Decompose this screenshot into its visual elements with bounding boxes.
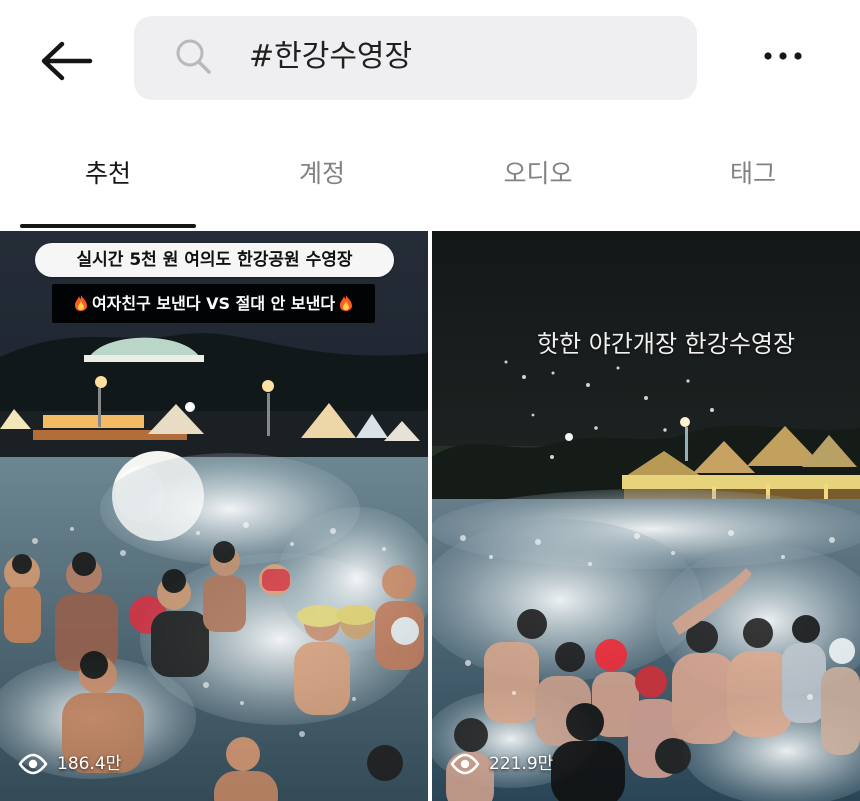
view-count: 186.4만 bbox=[18, 750, 121, 778]
tab-tags[interactable]: 태그 bbox=[711, 137, 795, 213]
search-tabs: 추천 계정 오디오 태그 bbox=[0, 137, 860, 227]
video-result-card-1[interactable]: 실시간 5천 원 여의도 한강공원 수영장 여자친구 보낸다 VS 절대 안 보… bbox=[0, 231, 428, 801]
video-results-grid: 실시간 5천 원 여의도 한강공원 수영장 여자친구 보낸다 VS 절대 안 보… bbox=[0, 231, 860, 801]
search-header: #한강수영장 bbox=[0, 0, 860, 124]
video-caption: 핫한 야간개장 한강수영장 bbox=[536, 330, 796, 358]
tiktok-search-results: #한강수영장 추천 계정 오디오 태그 실시간 5천 원 여의도 한강공원 수영… bbox=[0, 0, 860, 801]
video-caption-line-2-text: 여자친구 보낸다 VS 절대 안 보낸다 bbox=[91, 294, 336, 313]
arrow-left-icon bbox=[41, 41, 93, 81]
view-count-label: 221.9만 bbox=[489, 754, 554, 774]
video-thumbnail-night-pool bbox=[432, 231, 860, 801]
search-query: #한강수영장 bbox=[249, 39, 413, 74]
search-input[interactable]: #한강수영장 bbox=[134, 16, 697, 100]
fire-icon bbox=[340, 295, 353, 311]
eye-icon bbox=[450, 753, 480, 775]
tab-audio[interactable]: 오디오 bbox=[489, 137, 587, 213]
fire-icon bbox=[74, 295, 87, 311]
active-tab-indicator bbox=[20, 224, 196, 228]
search-icon bbox=[176, 39, 211, 74]
video-caption-line-1: 실시간 5천 원 여의도 한강공원 수영장 bbox=[35, 243, 394, 277]
tab-recommended[interactable]: 추천 bbox=[66, 137, 150, 213]
view-count-label: 186.4만 bbox=[57, 754, 122, 774]
view-count: 221.9만 bbox=[450, 750, 553, 778]
video-caption-line-2: 여자친구 보낸다 VS 절대 안 보낸다 bbox=[52, 284, 375, 323]
eye-icon bbox=[18, 753, 48, 775]
more-options-button[interactable] bbox=[754, 35, 812, 77]
more-icon bbox=[764, 52, 802, 60]
video-result-card-2[interactable]: 핫한 야간개장 한강수영장 221.9만 bbox=[432, 231, 860, 801]
tab-accounts[interactable]: 계정 bbox=[280, 137, 364, 213]
back-button[interactable] bbox=[30, 32, 102, 90]
